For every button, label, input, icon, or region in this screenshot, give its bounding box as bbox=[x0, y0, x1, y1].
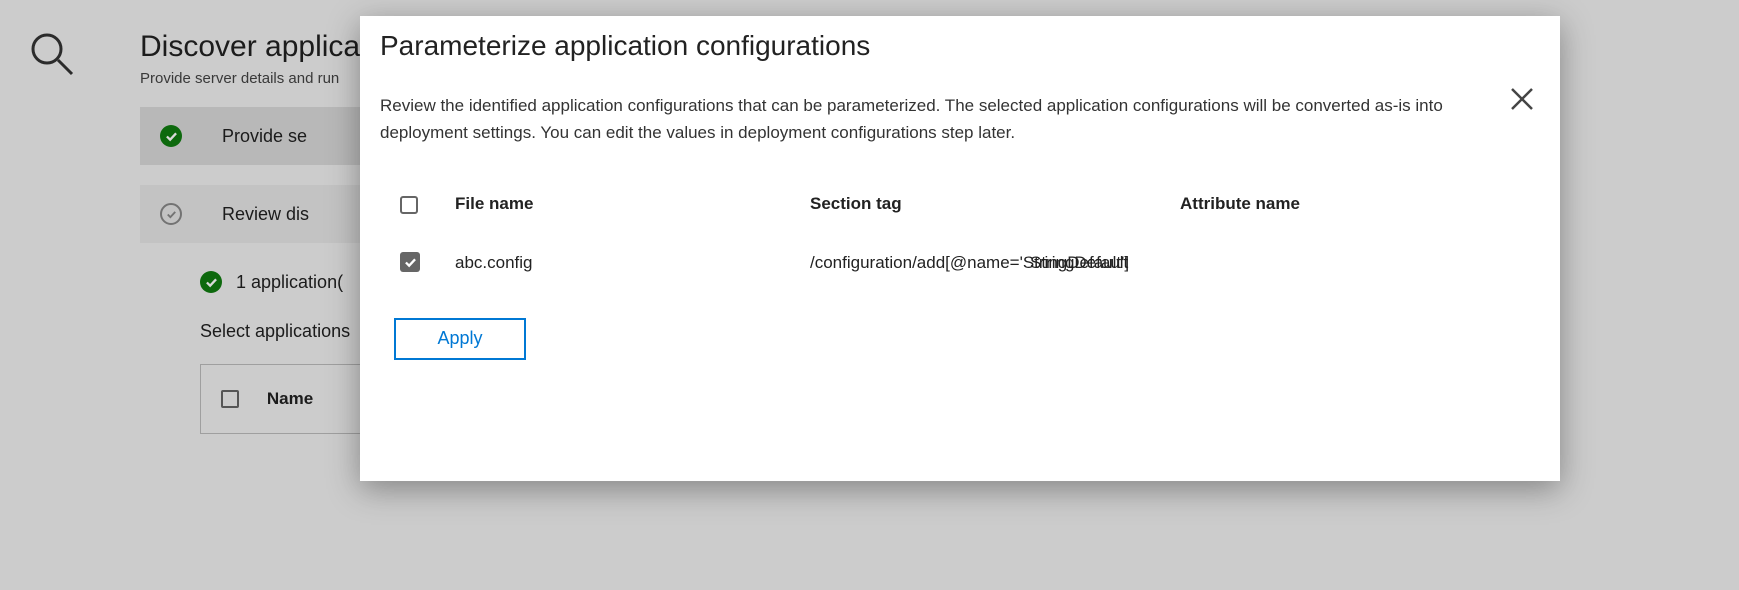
select-all-config-checkbox[interactable] bbox=[400, 196, 418, 214]
config-table-header: File name Section tag Attribute name bbox=[400, 194, 1540, 214]
cell-section-tag: /configuration/add[@name='StringDefault'… bbox=[810, 250, 1030, 276]
cell-attribute-name: StringDefault bbox=[1030, 250, 1330, 276]
col-attribute-name: Attribute name bbox=[1180, 194, 1480, 214]
parameterize-modal: Parameterize application configurations … bbox=[360, 16, 1560, 481]
modal-title: Parameterize application configurations bbox=[380, 30, 1540, 62]
cell-file-name: abc.config bbox=[455, 250, 810, 276]
config-table: File name Section tag Attribute name abc… bbox=[400, 194, 1540, 276]
close-icon bbox=[1509, 86, 1535, 112]
config-row-checkbox[interactable] bbox=[400, 252, 420, 272]
col-section-tag: Section tag bbox=[810, 194, 1180, 214]
config-row: abc.config /configuration/add[@name='Str… bbox=[400, 250, 1540, 276]
close-button[interactable] bbox=[1509, 86, 1535, 117]
modal-description: Review the identified application config… bbox=[380, 92, 1480, 146]
apply-button[interactable]: Apply bbox=[394, 318, 526, 360]
col-file-name: File name bbox=[455, 194, 810, 214]
